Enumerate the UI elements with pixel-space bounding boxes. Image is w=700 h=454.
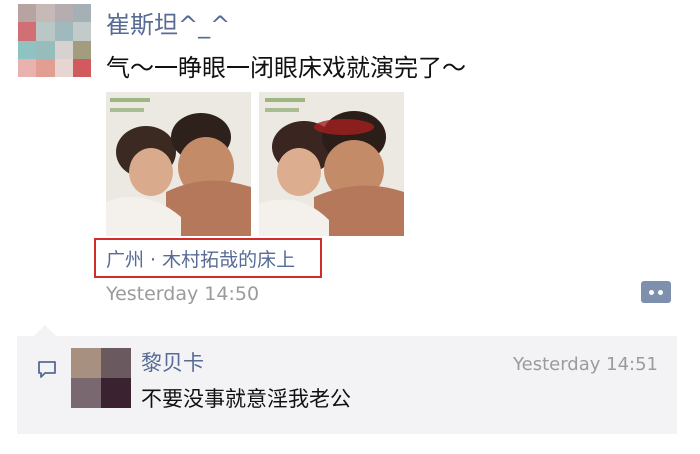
comment-bubble-icon bbox=[38, 361, 56, 378]
more-dots-icon bbox=[649, 289, 654, 295]
author-avatar[interactable] bbox=[18, 4, 91, 77]
post-text: 气～一睁眼一闭眼床戏就演完了～ bbox=[106, 54, 466, 82]
commenter-name[interactable]: 黎贝卡 bbox=[141, 347, 204, 377]
photo-2-image bbox=[259, 92, 404, 236]
comment-text: 不要没事就意淫我老公 bbox=[141, 387, 351, 411]
post-photo-1[interactable] bbox=[106, 92, 251, 236]
comment-panel: 黎贝卡 Yesterday 14:51 不要没事就意淫我老公 bbox=[17, 336, 677, 434]
location-highlight-box: 广州 · 木村拓哉的床上 bbox=[94, 238, 322, 278]
more-actions-button[interactable] bbox=[641, 281, 671, 303]
commenter-avatar[interactable] bbox=[71, 348, 131, 408]
photo-1-image bbox=[106, 92, 251, 236]
comment-panel-pointer bbox=[34, 325, 56, 336]
post-photo-2[interactable] bbox=[259, 92, 404, 236]
post-author-name[interactable]: 崔斯坦^_^ bbox=[106, 5, 230, 40]
more-dots-icon bbox=[658, 289, 663, 295]
comment-timestamp: Yesterday 14:51 bbox=[513, 354, 658, 375]
post-location[interactable]: 广州 · 木村拓哉的床上 bbox=[106, 245, 295, 272]
post-timestamp: Yesterday 14:50 bbox=[106, 283, 260, 305]
